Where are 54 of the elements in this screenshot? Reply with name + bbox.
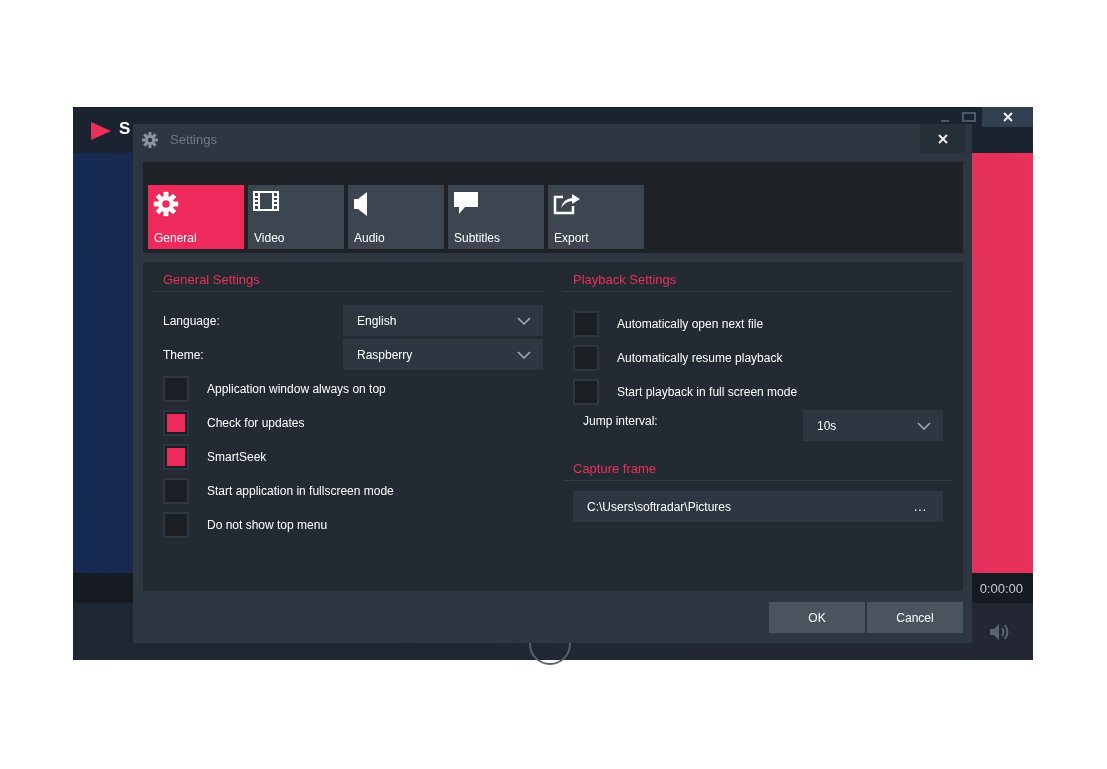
tab[interactable]: Audio [348,185,444,249]
checkbox-label: Check for updates [207,416,305,430]
chevron-down-icon [517,350,531,359]
field-label: Jump interval: [582,413,658,428]
field-label: Language: [162,313,221,328]
dropdown[interactable]: Raspberry [343,339,543,370]
ok-button[interactable]: OK [769,602,865,633]
chevron-down-icon [517,316,531,325]
checkbox-label: Start application in fullscreen mode [207,484,394,498]
play-logo-icon [90,121,112,141]
app-title: S [119,119,131,139]
tab[interactable]: Subtitles [448,185,544,249]
speech-bubble-icon [453,191,479,215]
tab[interactable]: Video [248,185,344,249]
section-heading: Capture frame [563,461,953,481]
field-label: Theme: [162,347,205,362]
checkbox[interactable] [573,311,599,337]
tab[interactable]: Export [548,185,644,249]
chevron-down-icon [917,421,931,430]
speaker-icon [353,191,369,217]
film-icon [253,191,279,211]
dropdown[interactable]: English [343,305,543,336]
checkbox-label: Automatically resume playback [617,351,783,365]
checkbox[interactable] [163,410,189,436]
checkbox-label: Do not show top menu [207,518,328,532]
close-button[interactable] [982,107,1033,127]
checkbox-label: Application window always on top [207,382,386,396]
cancel-button[interactable]: Cancel [867,602,963,633]
checkbox[interactable] [163,512,189,538]
gear-icon [153,191,179,217]
tab[interactable]: General [148,185,244,249]
checkbox-label: Automatically open next file [617,317,764,331]
close-button[interactable] [920,124,965,153]
section-heading: General Settings [153,272,543,292]
browse-button[interactable]: ... [914,499,927,514]
volume-icon[interactable] [989,623,1011,641]
minimize-icon [941,120,949,122]
path-field[interactable]: C:\Users\softradar\Pictures ... [573,491,943,522]
checkbox[interactable] [163,444,189,470]
section-heading: Playback Settings [563,272,953,292]
maximize-icon [962,112,976,122]
time-display: 0:00:00 [979,580,1023,596]
checkbox[interactable] [163,478,189,504]
checkbox[interactable] [163,376,189,402]
checkbox[interactable] [573,379,599,405]
checkbox-label: Start playback in full screen mode [617,385,798,399]
dialog-title: Settings [170,132,217,147]
settings-icon [142,131,158,148]
checkbox[interactable] [573,345,599,371]
close-icon [1002,112,1013,122]
dropdown[interactable]: 10s [803,410,943,441]
close-icon [937,133,948,144]
checkbox-label: SmartSeek [207,450,267,464]
export-icon [553,191,581,215]
